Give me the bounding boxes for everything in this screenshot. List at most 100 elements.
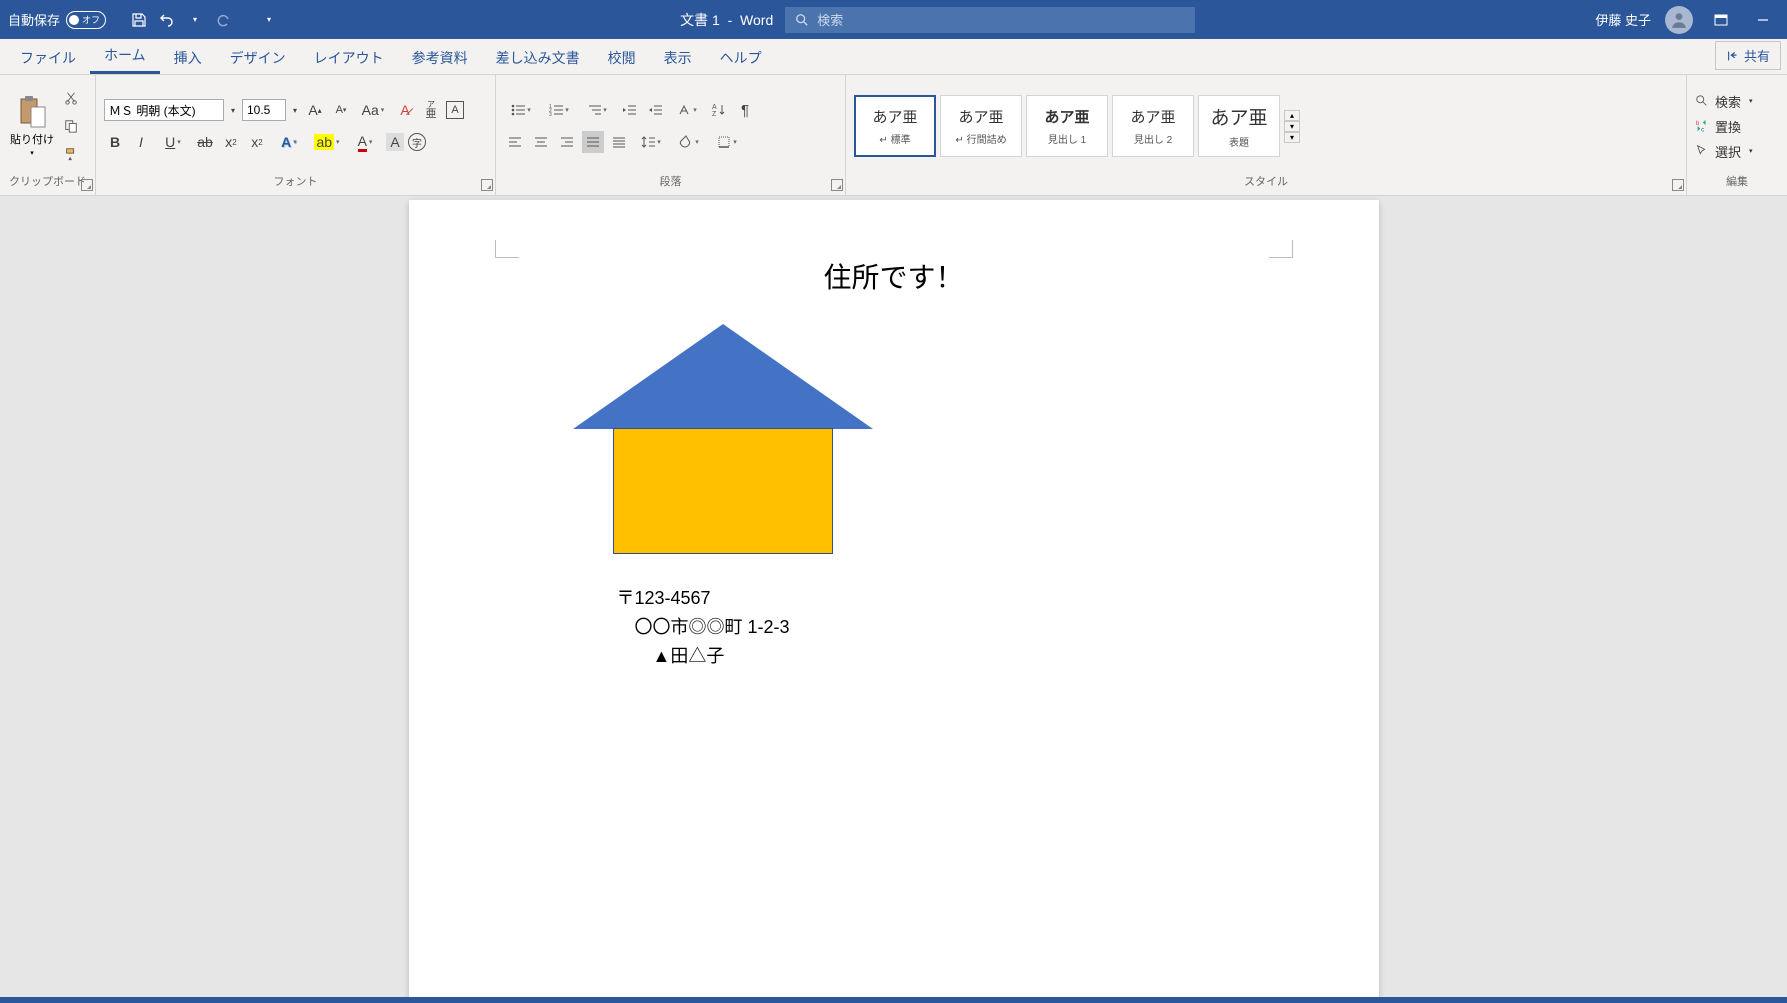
style-title[interactable]: あア亜表題 bbox=[1198, 95, 1280, 157]
borders-button[interactable] bbox=[710, 131, 744, 153]
justify-button[interactable] bbox=[582, 131, 604, 153]
ribbon-display-options[interactable] bbox=[1707, 6, 1735, 34]
font-color-button[interactable]: A bbox=[348, 131, 382, 153]
bold-button[interactable]: B bbox=[104, 131, 126, 153]
search-box[interactable]: 検索 bbox=[785, 7, 1195, 33]
gallery-up[interactable]: ▴ bbox=[1284, 110, 1300, 121]
qat-customize[interactable]: ▾ bbox=[258, 9, 280, 31]
svg-text:c: c bbox=[1701, 126, 1704, 133]
find-button[interactable]: 検索▾ bbox=[1695, 92, 1753, 111]
align-center-button[interactable] bbox=[530, 131, 552, 153]
status-bar bbox=[0, 997, 1787, 1003]
ribbon: 貼り付け ▾ クリップボード ▾ ▾ A▴ A▾ Aa A̷ ア亜 bbox=[0, 75, 1787, 196]
name-line[interactable]: ▲田△子 bbox=[617, 642, 1269, 671]
increase-indent-button[interactable] bbox=[644, 99, 666, 121]
minimize-button[interactable] bbox=[1749, 6, 1777, 34]
paste-button[interactable]: 貼り付け ▾ bbox=[8, 93, 56, 159]
shrink-font-button[interactable]: A▾ bbox=[330, 99, 352, 121]
distributed-button[interactable] bbox=[608, 131, 630, 153]
sort-button[interactable]: AZ bbox=[708, 99, 730, 121]
toggle-switch[interactable]: オフ bbox=[66, 11, 106, 29]
font-name-dropdown[interactable]: ▾ bbox=[228, 99, 238, 121]
tab-insert[interactable]: 挿入 bbox=[160, 40, 216, 74]
undo-dropdown[interactable]: ▾ bbox=[184, 9, 206, 31]
redo-button[interactable] bbox=[212, 9, 234, 31]
share-button[interactable]: 共有 bbox=[1715, 41, 1781, 70]
paste-icon bbox=[17, 95, 47, 129]
italic-button[interactable]: I bbox=[130, 131, 152, 153]
numbering-button[interactable]: 123 bbox=[542, 99, 576, 121]
clipboard-launcher[interactable] bbox=[81, 179, 93, 191]
tab-review[interactable]: 校閲 bbox=[594, 40, 650, 74]
subscript-button[interactable]: x2 bbox=[220, 131, 242, 153]
document-canvas[interactable]: 住所です！ 〒123-4567 〇〇市◎◎町 1-2-3 ▲田△子 bbox=[0, 196, 1787, 1003]
undo-button[interactable] bbox=[156, 9, 178, 31]
document-title: 文書 1 - Word bbox=[680, 10, 773, 30]
user-avatar[interactable] bbox=[1665, 6, 1693, 34]
decrease-indent-button[interactable] bbox=[618, 99, 640, 121]
change-case-button[interactable]: Aa bbox=[356, 99, 390, 121]
text-effects-button[interactable]: A bbox=[272, 131, 306, 153]
select-button[interactable]: 選択▾ bbox=[1695, 142, 1753, 161]
font-launcher[interactable] bbox=[481, 179, 493, 191]
enclose-characters-button[interactable]: 字 bbox=[408, 133, 426, 151]
share-label: 共有 bbox=[1744, 46, 1770, 65]
tab-design[interactable]: デザイン bbox=[216, 40, 300, 74]
format-painter-button[interactable] bbox=[60, 143, 82, 165]
align-right-button[interactable] bbox=[556, 131, 578, 153]
tab-mailings[interactable]: 差し込み文書 bbox=[482, 40, 594, 74]
font-size-dropdown[interactable]: ▾ bbox=[290, 99, 300, 121]
style-heading1[interactable]: あア亜見出し 1 bbox=[1026, 95, 1108, 157]
autosave-state: オフ bbox=[82, 13, 100, 26]
tab-help[interactable]: ヘルプ bbox=[706, 40, 776, 74]
copy-button[interactable] bbox=[60, 115, 82, 137]
clipboard-label: クリップボード bbox=[8, 173, 87, 193]
style-no-spacing[interactable]: あア亜↵ 行間詰め bbox=[940, 95, 1022, 157]
highlight-button[interactable]: ab bbox=[310, 131, 344, 153]
character-shading-button[interactable]: A bbox=[386, 133, 404, 151]
strikethrough-button[interactable]: ab bbox=[194, 131, 216, 153]
address-block[interactable]: 〒123-4567 〇〇市◎◎町 1-2-3 ▲田△子 bbox=[617, 584, 1269, 670]
tab-home[interactable]: ホーム bbox=[90, 37, 160, 74]
gallery-down[interactable]: ▾ bbox=[1284, 121, 1300, 132]
replace-icon: bc bbox=[1695, 119, 1709, 133]
paragraph-launcher[interactable] bbox=[831, 179, 843, 191]
doc-heading[interactable]: 住所です！ bbox=[519, 256, 1269, 296]
house-shape[interactable] bbox=[573, 324, 873, 554]
character-border-button[interactable]: A bbox=[446, 101, 464, 119]
page[interactable]: 住所です！ 〒123-4567 〇〇市◎◎町 1-2-3 ▲田△子 bbox=[409, 200, 1379, 1003]
font-name-input[interactable] bbox=[104, 99, 224, 121]
show-hide-button[interactable]: ¶ bbox=[734, 99, 756, 121]
house-body-rect[interactable] bbox=[613, 428, 833, 554]
user-name[interactable]: 伊藤 史子 bbox=[1595, 10, 1651, 29]
superscript-button[interactable]: x2 bbox=[246, 131, 268, 153]
autosave-toggle[interactable]: 自動保存 オフ bbox=[8, 10, 106, 29]
underline-button[interactable]: U bbox=[156, 131, 190, 153]
tab-file[interactable]: ファイル bbox=[6, 40, 90, 74]
styles-launcher[interactable] bbox=[1672, 179, 1684, 191]
grow-font-button[interactable]: A▴ bbox=[304, 99, 326, 121]
bullets-button[interactable] bbox=[504, 99, 538, 121]
phonetic-guide-button[interactable]: ア亜 bbox=[420, 99, 442, 121]
save-icon[interactable] bbox=[128, 9, 150, 31]
font-size-input[interactable] bbox=[242, 99, 286, 121]
asian-layout-button[interactable] bbox=[670, 99, 704, 121]
align-left-button[interactable] bbox=[504, 131, 526, 153]
line-spacing-button[interactable] bbox=[634, 131, 668, 153]
cut-button[interactable] bbox=[60, 87, 82, 109]
style-heading2[interactable]: あア亜見出し 2 bbox=[1112, 95, 1194, 157]
gallery-more[interactable]: ▾ bbox=[1284, 132, 1300, 143]
address-line[interactable]: 〇〇市◎◎町 1-2-3 bbox=[617, 613, 1269, 642]
multilevel-list-button[interactable] bbox=[580, 99, 614, 121]
search-icon bbox=[1695, 94, 1709, 108]
svg-text:A: A bbox=[712, 104, 717, 111]
style-normal[interactable]: あア亜↵ 標準 bbox=[854, 95, 936, 157]
postal-code[interactable]: 〒123-4567 bbox=[617, 584, 1269, 613]
tab-references[interactable]: 参考資料 bbox=[398, 40, 482, 74]
replace-button[interactable]: bc置換 bbox=[1695, 117, 1753, 136]
tab-layout[interactable]: レイアウト bbox=[300, 40, 398, 74]
tab-view[interactable]: 表示 bbox=[650, 40, 706, 74]
roof-triangle[interactable] bbox=[573, 324, 873, 429]
clear-formatting-button[interactable]: A̷ bbox=[394, 99, 416, 121]
shading-button[interactable] bbox=[672, 131, 706, 153]
